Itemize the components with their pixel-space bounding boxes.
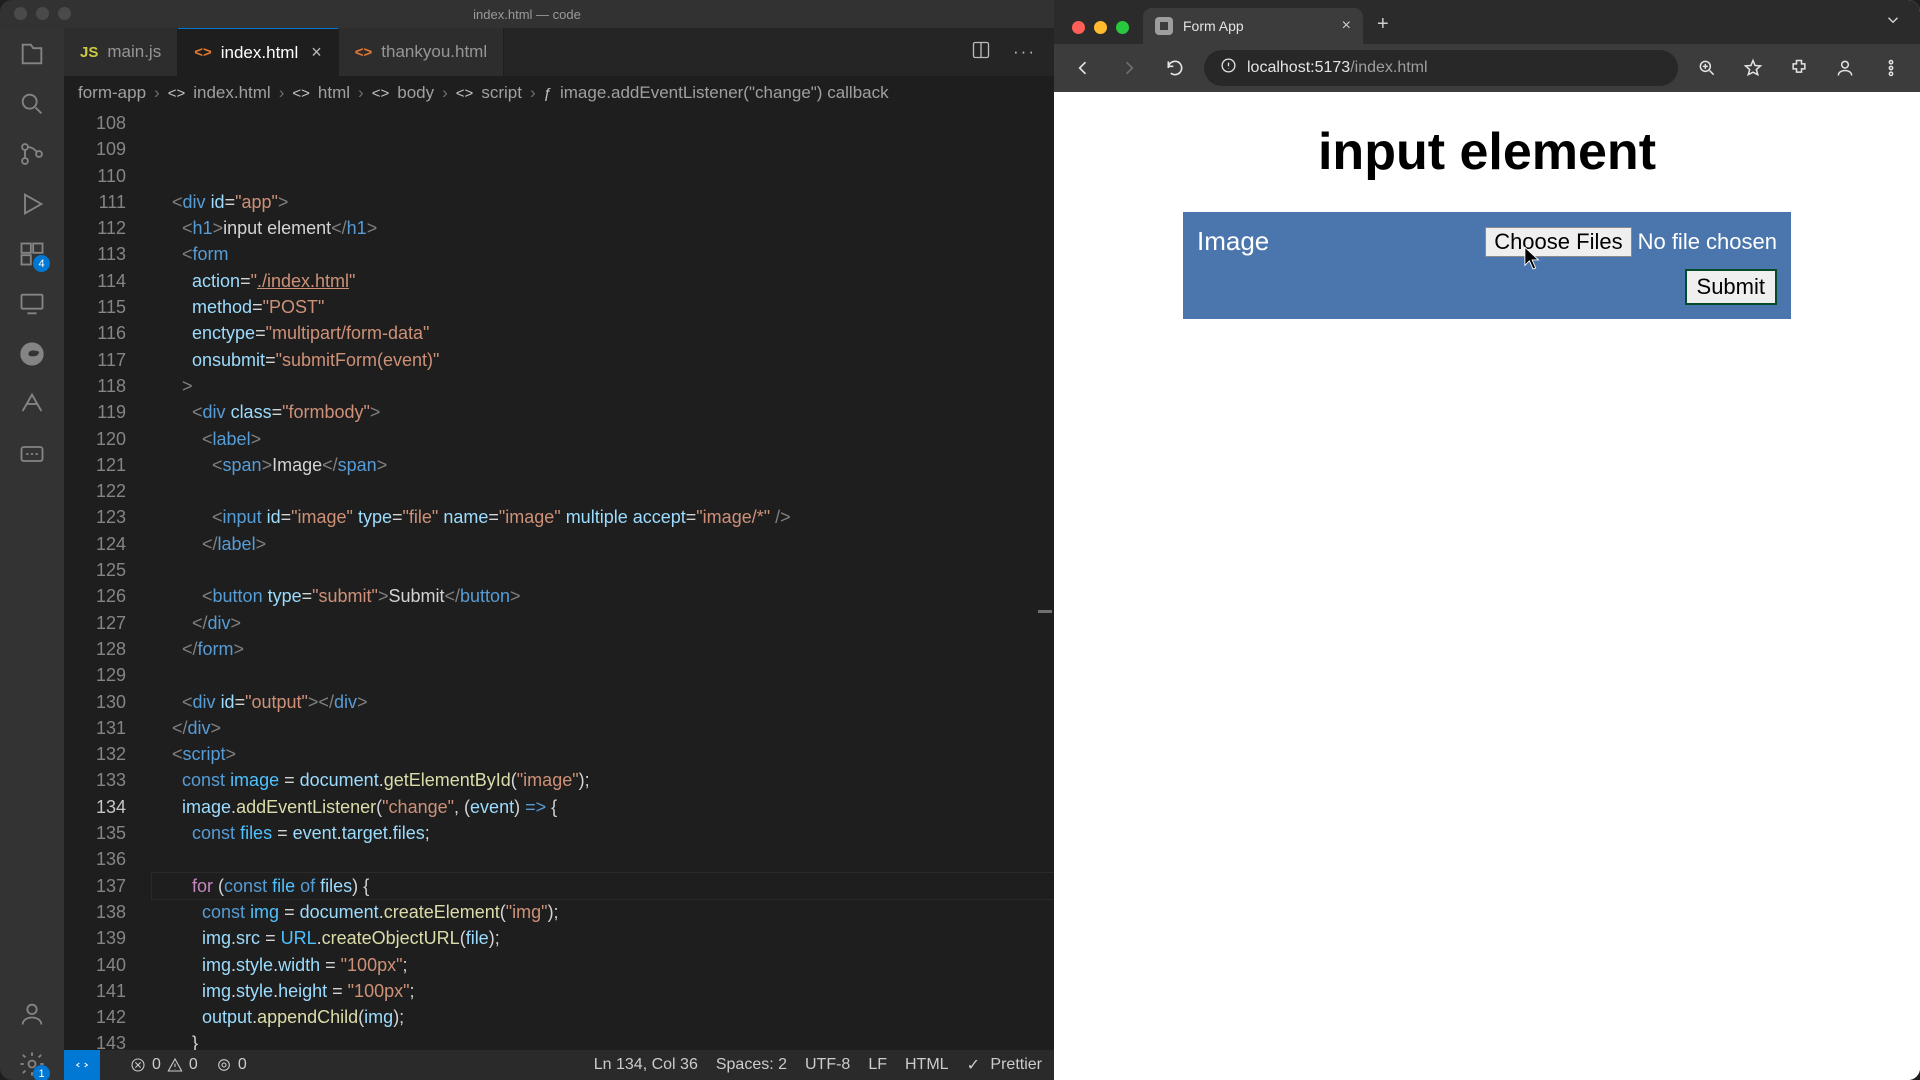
traffic-minimize[interactable]: [1094, 21, 1107, 34]
browser-toolbar: localhost:5173/index.html: [1054, 44, 1920, 92]
choose-files-button[interactable]: Choose Files: [1485, 227, 1631, 257]
edge-tools-icon[interactable]: [16, 338, 48, 370]
breadcrumb-icon: ƒ: [544, 85, 552, 102]
breadcrumb-segment[interactable]: html: [318, 83, 350, 103]
breadcrumb-icon: <>: [372, 85, 390, 102]
vscode-window-title: index.html — code: [473, 7, 581, 22]
settings-gear-icon[interactable]: 1: [16, 1048, 48, 1080]
browser-traffic-lights[interactable]: [1060, 21, 1143, 44]
breadcrumb-segment[interactable]: image.addEventListener("change") callbac…: [560, 83, 889, 103]
search-icon[interactable]: [16, 88, 48, 120]
tab-label: index.html: [221, 43, 298, 63]
vscode-window: index.html — code 4 1 JS main.js <> index.h…: [0, 0, 1054, 1080]
editor-tab-bar: JS main.js <> index.html × <> thankyou.html ··…: [64, 28, 1054, 76]
accounts-icon[interactable]: [16, 998, 48, 1030]
ports-icon[interactable]: [16, 438, 48, 470]
browser-tab[interactable]: Form App ×: [1143, 8, 1363, 44]
explorer-icon[interactable]: [16, 38, 48, 70]
file-type-icon: JS: [80, 44, 98, 61]
traffic-zoom[interactable]: [58, 7, 71, 20]
breadcrumb-segment[interactable]: form-app: [78, 83, 146, 103]
submit-button[interactable]: Submit: [1685, 269, 1777, 305]
editor-tab[interactable]: <> index.html ×: [178, 28, 339, 76]
forward-button[interactable]: [1112, 51, 1146, 85]
bookmark-star-icon[interactable]: [1736, 51, 1770, 85]
status-eol[interactable]: LF: [868, 1056, 887, 1074]
status-ports[interactable]: 0: [216, 1056, 247, 1074]
breadcrumb[interactable]: form-app›<>index.html›<>html›<>body›<>sc…: [64, 76, 1054, 110]
breadcrumb-icon: <>: [456, 85, 474, 102]
extensions-icon[interactable]: 4: [16, 238, 48, 270]
page-content: input element Image Choose Files No file…: [1054, 92, 1920, 1080]
status-problems[interactable]: 0 0: [130, 1056, 198, 1074]
more-actions-icon[interactable]: ···: [1013, 42, 1036, 62]
tab-label: main.js: [107, 42, 161, 62]
file-type-icon: <>: [194, 44, 212, 61]
code-editor[interactable]: 1081091101111121131141151161171181191201…: [64, 110, 1054, 1050]
remote-indicator[interactable]: [64, 1050, 100, 1080]
extensions-badge: 4: [33, 255, 50, 272]
editor-tab[interactable]: JS main.js: [64, 28, 178, 76]
status-formatter[interactable]: ✓ Prettier: [967, 1055, 1042, 1075]
source-control-icon[interactable]: [16, 138, 48, 170]
address-bar[interactable]: localhost:5173/index.html: [1204, 50, 1678, 86]
run-debug-icon[interactable]: [16, 188, 48, 220]
file-type-icon: <>: [355, 44, 373, 61]
traffic-zoom[interactable]: [1116, 21, 1129, 34]
reload-button[interactable]: [1158, 51, 1192, 85]
file-input[interactable]: Choose Files No file chosen: [1485, 227, 1777, 257]
status-bar[interactable]: 0 0 0 Ln 134, Col 36 Spaces: 2 UTF-8 LF …: [64, 1050, 1054, 1080]
new-tab-button[interactable]: +: [1363, 13, 1403, 44]
line-number-gutter[interactable]: 1081091101111121131141151161171181191201…: [64, 110, 152, 1050]
favicon-icon: [1155, 17, 1173, 35]
image-field-label: Image: [1197, 226, 1269, 257]
status-indent[interactable]: Spaces: 2: [716, 1056, 787, 1074]
activity-bar: 4 1: [0, 28, 64, 1080]
breadcrumb-segment[interactable]: script: [481, 83, 522, 103]
status-language[interactable]: HTML: [905, 1056, 949, 1074]
breadcrumb-icon: <>: [168, 85, 186, 102]
url-text: localhost:5173/index.html: [1247, 59, 1428, 77]
split-editor-icon[interactable]: [971, 40, 991, 65]
breadcrumb-icon: <>: [292, 85, 310, 102]
file-status-text: No file chosen: [1638, 229, 1777, 255]
status-encoding[interactable]: UTF-8: [805, 1056, 850, 1074]
extensions-puzzle-icon[interactable]: [1782, 51, 1816, 85]
site-info-icon[interactable]: [1220, 57, 1237, 79]
close-tab-icon[interactable]: ×: [1342, 17, 1351, 35]
testing-icon[interactable]: [16, 388, 48, 420]
breadcrumb-segment[interactable]: body: [397, 83, 434, 103]
breadcrumb-segment[interactable]: index.html: [193, 83, 270, 103]
minimap-viewport-indicator[interactable]: [1038, 610, 1052, 613]
browser-window: Form App × + localhost:5173/index.html: [1054, 0, 1920, 1080]
vscode-titlebar[interactable]: index.html — code: [0, 0, 1054, 28]
status-cursor-position[interactable]: Ln 134, Col 36: [594, 1056, 698, 1074]
editor-tab[interactable]: <> thankyou.html: [339, 28, 504, 76]
expand-tabs-icon[interactable]: [1874, 11, 1912, 44]
traffic-close[interactable]: [1072, 21, 1085, 34]
form-body: Image Choose Files No file chosen Submit: [1183, 212, 1791, 319]
tab-label: thankyou.html: [381, 42, 487, 62]
code-content[interactable]: <div id="app"> <h1>input element</h1> <f…: [152, 110, 1054, 1050]
editor-area: JS main.js <> index.html × <> thankyou.html ··…: [64, 28, 1054, 1080]
kebab-menu-icon[interactable]: [1874, 51, 1908, 85]
page-heading: input element: [1094, 122, 1880, 182]
traffic-minimize[interactable]: [36, 7, 49, 20]
browser-tab-strip: Form App × +: [1054, 0, 1920, 44]
vscode-traffic-lights[interactable]: [14, 7, 71, 20]
close-tab-icon[interactable]: ×: [311, 42, 322, 63]
remote-explorer-icon[interactable]: [16, 288, 48, 320]
settings-badge: 1: [33, 1065, 50, 1080]
browser-tab-title: Form App: [1183, 18, 1244, 34]
profile-avatar-icon[interactable]: [1828, 51, 1862, 85]
back-button[interactable]: [1066, 51, 1100, 85]
traffic-close[interactable]: [14, 7, 27, 20]
zoom-icon[interactable]: [1690, 51, 1724, 85]
